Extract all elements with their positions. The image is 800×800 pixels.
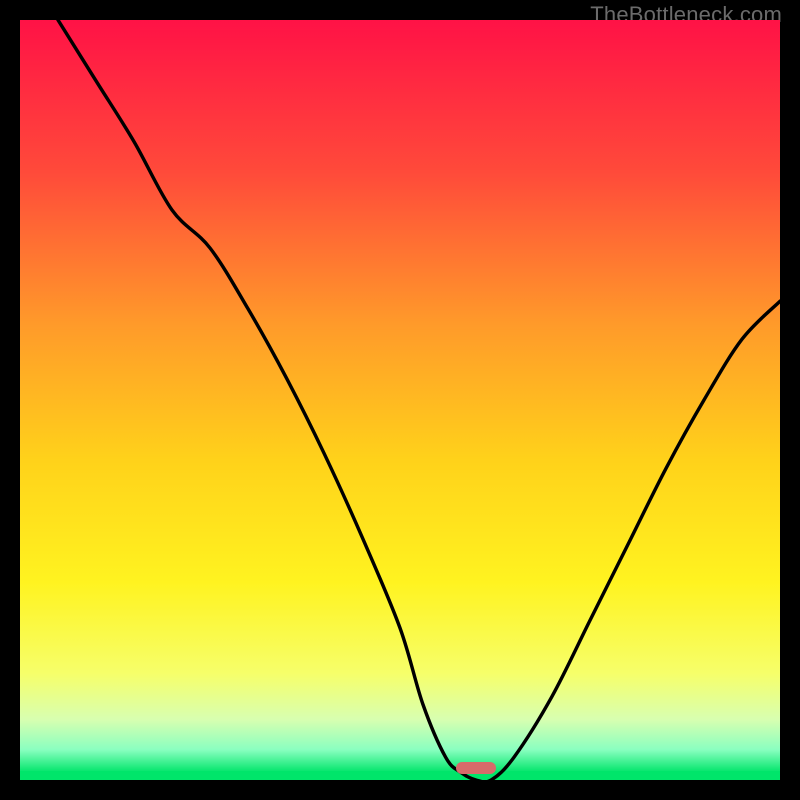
chart-frame: TheBottleneck.com [0,0,800,800]
optimal-marker [456,762,496,774]
plot-area [20,20,780,780]
baseline-band [20,771,780,780]
heat-gradient [20,20,780,780]
